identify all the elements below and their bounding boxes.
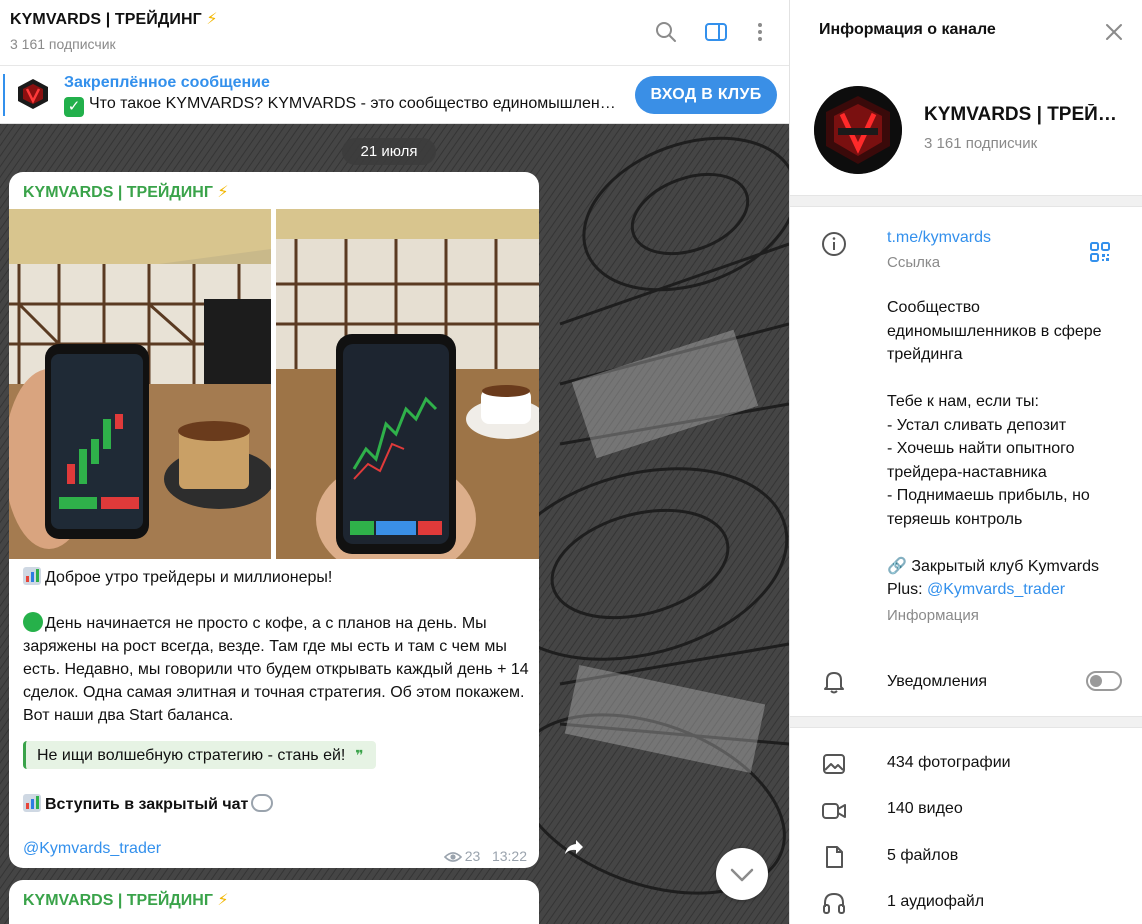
notifications-label: Уведомления bbox=[887, 673, 988, 690]
post-quote: Не ищи волшебную стратегию - стань ей! ❞ bbox=[23, 741, 376, 769]
join-club-button[interactable]: ВХОД В КЛУБ bbox=[635, 76, 777, 114]
headphones-icon bbox=[823, 892, 845, 914]
channel-link-caption: Ссылка bbox=[887, 254, 941, 271]
toggle-knob bbox=[1090, 675, 1102, 687]
media-photos[interactable]: 434 фотографии bbox=[887, 754, 1011, 772]
panel-subscribers: 3 161 подписчик bbox=[924, 135, 1038, 152]
desc-club-prefix: Plus: bbox=[887, 581, 928, 598]
pinned-label: Закреплённое сообщение bbox=[64, 74, 270, 91]
desc-line: единомышленников в сфере bbox=[887, 322, 1102, 340]
section-divider bbox=[790, 716, 1142, 728]
post-photo-2[interactable] bbox=[276, 209, 539, 559]
file-icon bbox=[826, 846, 843, 868]
check-icon: ✓ bbox=[64, 97, 84, 117]
post-paragraph-text: День начинается не просто с кофе, а с пл… bbox=[23, 615, 529, 724]
post-mention-link[interactable]: @Kymvards_trader bbox=[23, 840, 161, 858]
post-author-text: KYMVARDS | ТРЕЙДИНГ bbox=[23, 184, 213, 201]
channel-title-text: KYMVARDS | ТРЕЙДИНГ bbox=[10, 11, 202, 28]
desc-line: Сообщество bbox=[887, 299, 980, 316]
media-files[interactable]: 5 файлов bbox=[887, 847, 958, 865]
forward-icon[interactable] bbox=[555, 830, 591, 866]
lightning-icon: ⚡ bbox=[206, 11, 218, 28]
scroll-down-button[interactable] bbox=[716, 848, 768, 900]
desc-line: - Хочешь найти опытного bbox=[887, 440, 1075, 457]
desc-line: теряешь контроль bbox=[887, 510, 1023, 528]
desc-mention-link[interactable]: @Kymvards_trader bbox=[927, 581, 1065, 598]
bell-icon bbox=[824, 672, 844, 694]
chart-emoji-icon bbox=[23, 794, 41, 812]
search-icon[interactable] bbox=[654, 20, 678, 44]
post-greeting: Доброе утро трейдеры и миллионеры! bbox=[23, 566, 533, 589]
post-quote-text: Не ищи волшебную стратегию - стань ей! bbox=[37, 747, 346, 764]
desc-club-line-2: Plus: @Kymvards_trader bbox=[887, 578, 1127, 602]
channel-post[interactable]: KYMVARDS | ТРЕЙДИНГ ⚡ Доброе утро трейде… bbox=[9, 172, 539, 868]
channel-subscribers: 3 161 подписчик bbox=[10, 36, 116, 52]
sidebar-toggle-icon[interactable] bbox=[704, 20, 728, 44]
photo-icon bbox=[823, 754, 845, 774]
desc-spacer bbox=[887, 531, 1127, 555]
channel-post-next[interactable]: KYMVARDS | ТРЕЙДИНГ ⚡ bbox=[9, 880, 539, 924]
join-chat-line: Вступить в закрытый чат bbox=[23, 794, 274, 814]
date-separator: 21 июля bbox=[342, 138, 436, 165]
notifications-toggle[interactable] bbox=[1086, 671, 1122, 691]
media-audio[interactable]: 1 аудиофайл bbox=[887, 893, 984, 911]
post-author-text: KYMVARDS | ТРЕЙДИНГ bbox=[23, 892, 213, 909]
desc-line: трейдинга bbox=[887, 346, 963, 363]
info-icon bbox=[822, 232, 846, 256]
post-author[interactable]: KYMVARDS | ТРЕЙДИНГ ⚡ bbox=[23, 182, 229, 202]
channel-avatar[interactable] bbox=[814, 86, 902, 174]
pinned-text: ✓ Что такое KYMVARDS? KYMVARDS - это сооб… bbox=[64, 95, 624, 117]
chart-emoji-icon bbox=[23, 567, 41, 585]
post-author[interactable]: KYMVARDS | ТРЕЙДИНГ ⚡ bbox=[23, 890, 229, 910]
post-paragraph: День начинается не просто с кофе, а с пл… bbox=[23, 612, 533, 727]
description-caption: Информация bbox=[887, 607, 979, 624]
desc-line: - Устал сливать депозит bbox=[887, 416, 1067, 434]
pinned-text-content: Что такое KYMVARDS? KYMVARDS - это сообщ… bbox=[89, 95, 624, 112]
lightning-icon: ⚡ bbox=[217, 892, 229, 909]
qr-code-icon[interactable] bbox=[1088, 240, 1112, 264]
desc-club-line: 🔗 Закрытый клуб Kymvards bbox=[887, 557, 1099, 575]
eye-icon bbox=[443, 852, 462, 862]
green-circle-icon bbox=[23, 612, 43, 632]
channel-info-panel: Информация о канале KYMVARDS | ТРЕЙДИНГ … bbox=[789, 0, 1142, 924]
post-photo-1[interactable] bbox=[9, 209, 271, 559]
post-views: 23 bbox=[464, 848, 481, 864]
panel-title: Информация о канале bbox=[819, 21, 996, 38]
post-meta: 23 13:22 bbox=[443, 848, 527, 864]
pinned-thumbnail bbox=[16, 77, 50, 111]
close-icon[interactable] bbox=[1102, 20, 1126, 44]
pinned-indicator bbox=[3, 74, 5, 116]
quote-icon: ❞ bbox=[355, 747, 364, 763]
post-greeting-text: Доброе утро трейдеры и миллионеры! bbox=[45, 569, 333, 586]
desc-line: трейдера-наставника bbox=[887, 463, 1047, 481]
speech-bubble-icon bbox=[251, 794, 274, 812]
lightning-icon: ⚡ bbox=[217, 184, 229, 201]
chat-header[interactable]: KYMVARDS | ТРЕЙДИНГ ⚡ 3 161 подписчик bbox=[0, 0, 789, 66]
more-vertical-icon[interactable] bbox=[748, 20, 772, 44]
chat-column: KYMVARDS | ТРЕЙДИНГ ⚡ 3 161 подписчик За… bbox=[0, 0, 789, 924]
channel-description: Сообщество единомышленников в сфере трей… bbox=[887, 296, 1127, 602]
desc-line: Тебе к нам, если ты: bbox=[887, 393, 1039, 410]
channel-link[interactable]: t.me/kymvards bbox=[887, 229, 991, 247]
join-chat-text: Вступить в закрытый чат bbox=[45, 796, 249, 813]
desc-line: - Поднимаешь прибыль, но bbox=[887, 487, 1090, 504]
section-divider bbox=[790, 195, 1142, 207]
video-icon bbox=[822, 803, 846, 819]
desc-spacer bbox=[887, 367, 1127, 391]
channel-title[interactable]: KYMVARDS | ТРЕЙДИНГ ⚡ bbox=[10, 9, 218, 29]
media-videos[interactable]: 140 видео bbox=[887, 800, 963, 818]
panel-channel-name: KYMVARDS | ТРЕЙДИНГ bbox=[924, 104, 1124, 125]
post-time: 13:22 bbox=[491, 848, 527, 864]
pinned-message-bar[interactable]: Закреплённое сообщение ✓ Что такое KYMVAR… bbox=[0, 66, 789, 124]
chevron-down-icon bbox=[730, 868, 754, 882]
